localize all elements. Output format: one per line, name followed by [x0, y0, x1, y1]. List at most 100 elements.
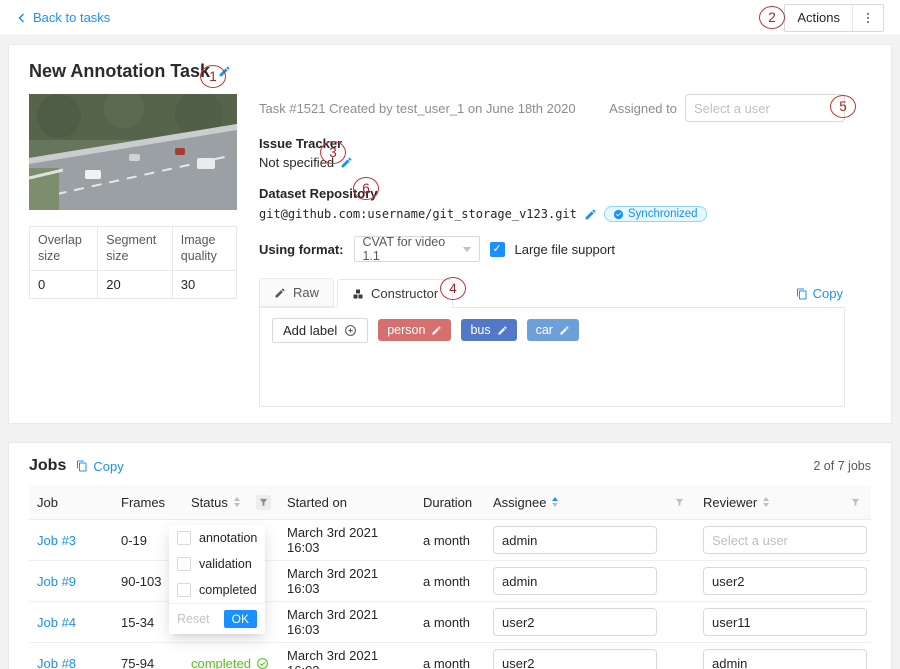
format-select-value: CVAT for video 1.1: [363, 235, 463, 263]
kebab-menu-icon[interactable]: [852, 5, 883, 31]
col-header-reviewer-label: Reviewer: [703, 495, 757, 510]
edit-repository-icon[interactable]: [584, 208, 597, 221]
job-row: Job #9 90-103 March 3rd 2021 16:03 a mon…: [29, 561, 871, 602]
label-tag-car[interactable]: car: [527, 319, 579, 341]
check-circle-icon: [613, 209, 624, 220]
job-link[interactable]: Job #4: [37, 615, 76, 630]
filter-option-label: completed: [199, 583, 257, 597]
large-file-label: Large file support: [515, 242, 615, 257]
job-row: Job #8 75-94 completed March 3rd 2021 16…: [29, 643, 871, 669]
filter-status-icon[interactable]: [256, 495, 271, 510]
sort-assignee-button[interactable]: [552, 494, 558, 510]
job-duration: a month: [415, 602, 485, 643]
dataset-repository-url: git@github.com:username/git_storage_v123…: [259, 207, 577, 221]
job-link[interactable]: Job #3: [37, 533, 76, 548]
job-duration: a month: [415, 643, 485, 669]
tab-constructor[interactable]: Constructor: [337, 279, 453, 308]
edit-issue-tracker-icon[interactable]: [340, 156, 353, 169]
label-tag-bus[interactable]: bus: [461, 319, 516, 341]
task-params-table: Overlap size Segment size Image quality …: [29, 226, 237, 299]
job-reviewer-input[interactable]: [703, 567, 867, 595]
add-label-button[interactable]: Add label: [272, 318, 368, 343]
job-assignee-input[interactable]: [493, 608, 657, 636]
dataset-repository-label: Dataset Repository: [259, 186, 845, 201]
task-left-column: Overlap size Segment size Image quality …: [29, 94, 237, 407]
filter-option-annotation[interactable]: annotation: [169, 525, 265, 551]
label-tabs: Raw Constructor Copy: [259, 278, 845, 307]
cvat-task-page: 1 2 3 4 5 6 Back to tasks Actions New An…: [0, 0, 900, 669]
filter-assignee-icon[interactable]: [672, 495, 687, 510]
jobs-title: Jobs: [29, 457, 66, 475]
issue-tracker-value: Not specified: [259, 155, 334, 170]
job-status-label: completed: [191, 656, 251, 669]
jobs-copy-button[interactable]: Copy: [76, 459, 123, 474]
task-right-column: Task #1521 Created by test_user_1 on Jun…: [259, 94, 871, 407]
job-link[interactable]: Job #9: [37, 574, 76, 589]
filter-option-label: validation: [199, 557, 252, 571]
filter-reset-button[interactable]: Reset: [177, 612, 210, 626]
actions-button[interactable]: Actions: [784, 4, 884, 32]
col-header-duration: Duration: [415, 485, 485, 520]
task-preview-image: [29, 94, 237, 210]
jobs-copy-label: Copy: [93, 459, 123, 474]
assigned-to-label: Assigned to: [609, 101, 677, 116]
pencil-icon: [274, 287, 286, 299]
col-header-assignee: Assignee: [485, 485, 695, 520]
checkbox[interactable]: [177, 583, 191, 597]
filter-option-completed[interactable]: completed: [169, 577, 265, 603]
param-header-overlap: Overlap size: [30, 227, 98, 271]
job-duration: a month: [415, 561, 485, 602]
jobs-card: Jobs Copy 2 of 7 jobs Job Frames: [8, 442, 892, 669]
job-reviewer-input[interactable]: [703, 526, 867, 554]
pencil-icon: [497, 325, 508, 336]
actions-label: Actions: [785, 10, 852, 25]
plus-circle-icon: [344, 324, 357, 337]
checkbox[interactable]: [177, 531, 191, 545]
filter-reviewer-icon[interactable]: [848, 495, 863, 510]
copy-icon: [76, 460, 88, 472]
back-to-tasks-link[interactable]: Back to tasks: [16, 10, 110, 25]
sync-status-badge: Synchronized: [604, 206, 707, 222]
chevron-down-icon: [463, 247, 471, 256]
filter-ok-button[interactable]: OK: [224, 610, 257, 628]
param-header-segment: Segment size: [98, 227, 173, 271]
format-select[interactable]: CVAT for video 1.1: [354, 236, 480, 262]
chevron-left-icon: [16, 12, 28, 24]
param-header-quality: Image quality: [172, 227, 236, 271]
filter-option-validation[interactable]: validation: [169, 551, 265, 577]
sort-status-button[interactable]: [234, 494, 240, 510]
labels-copy-label: Copy: [813, 286, 843, 301]
param-value-quality: 30: [172, 271, 236, 299]
col-header-status: Status: [183, 485, 279, 520]
col-header-job: Job: [29, 485, 113, 520]
job-started: March 3rd 2021 16:03: [279, 602, 415, 643]
job-reviewer-input[interactable]: [703, 608, 867, 636]
sort-reviewer-button[interactable]: [763, 494, 769, 510]
job-reviewer-input[interactable]: [703, 649, 867, 669]
job-assignee-input[interactable]: [493, 567, 657, 595]
job-link[interactable]: Job #8: [37, 656, 76, 669]
checkbox[interactable]: [177, 557, 191, 571]
large-file-checkbox[interactable]: [490, 242, 505, 257]
job-assignee-input[interactable]: [493, 526, 657, 554]
col-header-reviewer: Reviewer: [695, 485, 871, 520]
add-label-text: Add label: [283, 323, 337, 338]
label-name: person: [387, 323, 425, 337]
task-title: New Annotation Task: [29, 61, 210, 82]
assignee-select-input[interactable]: [685, 94, 845, 122]
job-assignee-input[interactable]: [493, 649, 657, 669]
tab-constructor-label: Constructor: [371, 286, 438, 301]
check-circle-icon: [256, 657, 269, 669]
col-header-started: Started on: [279, 485, 415, 520]
tab-raw[interactable]: Raw: [259, 278, 334, 307]
edit-title-icon[interactable]: [218, 65, 231, 78]
task-details-card: New Annotation Task: [8, 44, 892, 424]
labels-copy-button[interactable]: Copy: [796, 286, 843, 301]
jobs-count: 2 of 7 jobs: [813, 459, 871, 473]
label-tag-person[interactable]: person: [378, 319, 451, 341]
job-row: Job #3 0-19 March 3rd 2021 16:03 a month: [29, 520, 871, 561]
job-status-completed: completed: [191, 656, 271, 669]
job-started: March 3rd 2021 16:03: [279, 520, 415, 561]
param-value-segment: 20: [98, 271, 173, 299]
pencil-icon: [559, 325, 570, 336]
